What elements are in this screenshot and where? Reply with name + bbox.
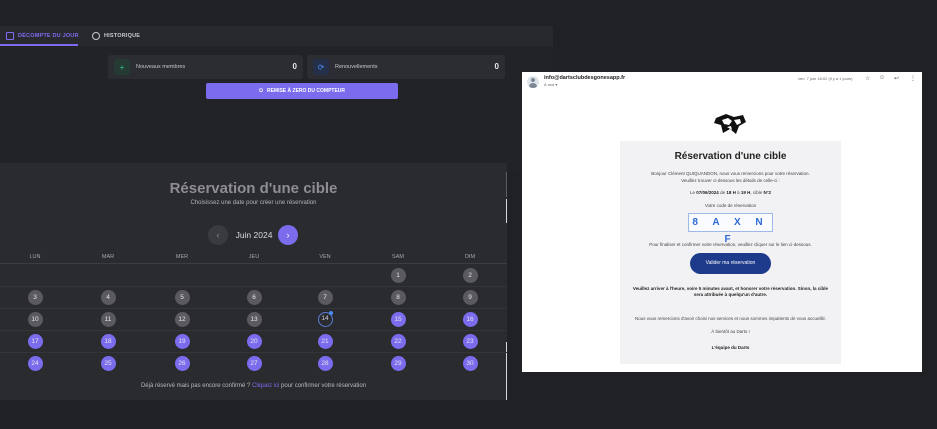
email-card: Réservation d'une cible Bonjour Clément … [620,141,841,364]
calendar-row-divider [0,308,507,309]
tab-bar: DÉCOMPTE DU JOUR HISTORIQUE [0,26,553,47]
calendar-day: 6 [246,289,262,305]
email-signature: L'équipe du Darts [711,345,750,350]
calendar-day: 13 [246,311,262,327]
tab-daily-count[interactable]: DÉCOMPTE DU JOUR [6,26,79,46]
calendar-day[interactable]: 27 [246,355,262,371]
more-icon[interactable]: ⋮ [910,75,916,82]
stat-renewals-value: 0 [494,62,499,71]
weekday-sam: SAM [392,254,404,260]
reservation-title: Réservation d'une cible [169,180,338,197]
calendar-day: 1 [390,267,406,283]
calendar-icon [6,32,14,40]
reservation-subtitle: Choisissez une date pour créer une réser… [190,200,317,206]
tab-history-label: HISTORIQUE [104,33,141,39]
tab-daily-count-label: DÉCOMPTE DU JOUR [18,33,79,39]
reset-icon: ⏻ [258,88,263,94]
history-icon [92,32,100,40]
calendar-day[interactable]: 22 [390,333,406,349]
booking-start: 18 H [726,190,736,195]
chevron-right-icon: › [286,230,290,240]
calendar-day[interactable]: 16 [462,311,478,327]
calendar-day[interactable]: 24 [27,355,43,371]
avatar [527,76,539,88]
footer-after: pour confirmer votre réservation [281,383,367,389]
calendar-day: 5 [174,289,190,305]
star-icon[interactable]: ☆ [865,75,870,82]
calendar-day[interactable]: 28 [317,355,333,371]
divider [506,342,507,400]
calendar-day[interactable]: 17 [27,333,43,349]
booking-details: Le 07/06/2024 de 18 H à 19 H, cible N°2 [689,190,772,195]
email-date: ven. 7 juin 16:02 (il y a 1 jours) [798,76,853,81]
email-greeting: Bonjour Clément QUIQUANDON, nous vous re… [651,171,810,176]
calendar-day[interactable]: 21 [317,333,333,349]
calendar-day[interactable]: 15 [390,311,406,327]
footer-text: Déjà réservé mais pas encore confirmé ? [140,383,251,389]
validate-reservation-button[interactable]: Valider ma réservation [690,253,771,274]
calendar-day[interactable]: 18 [100,333,116,349]
reservation-code: 8 A X N F [688,213,773,245]
email-sender: info@dartsclubdesgonesapp.fr [544,75,626,81]
month-label: Juin 2024 [235,230,273,240]
stat-new-members-label: Nouveaux membres [136,64,186,70]
finalize-text: Pour finaliser et confirmer votre réserv… [649,242,812,247]
reservation-footer: Déjà réservé mais pas encore confirmé ? … [0,383,507,389]
calendar-day[interactable]: 14 [317,310,333,327]
tab-history[interactable]: HISTORIQUE [92,26,140,46]
weekday-ven: VEN [319,254,331,260]
email-view: info@dartsclubdesgonesapp.fr À moi ▾ ven… [522,72,922,372]
calendar-day: 3 [27,289,43,305]
code-label: Votre code de réservation [704,203,757,208]
stat-renewals-label: Renouvellements [335,64,378,70]
email-details-intro: Veuillez trouver ci-dessous les détails … [681,178,780,183]
calendar-day[interactable]: 25 [100,355,116,371]
weekday-mer: MER [175,254,189,260]
calendar-day[interactable]: 19 [174,333,190,349]
calendar-day[interactable]: 30 [462,355,478,371]
prev-month-button[interactable]: ‹ [208,225,228,245]
calendar-day[interactable]: 23 [462,333,478,349]
calendar-day: 4 [100,289,116,305]
email-bientot: À bientôt au Darts ! [711,329,750,334]
weekday-lun: LUN [29,254,41,260]
calendar-day[interactable]: 26 [174,355,190,371]
calendar-row-divider [0,286,507,287]
calendar-day: 7 [317,289,333,305]
email-recipient[interactable]: À moi ▾ [544,82,557,87]
reply-icon[interactable]: ↩ [894,75,899,82]
booking-target: N°2 [763,190,772,195]
weekday-jeu: JEU [248,254,260,260]
calendar-row-divider [0,330,507,331]
chevron-left-icon: ‹ [216,230,220,240]
email-thanks: Nous vous remercions d'avoir choisi nos … [635,316,826,321]
reset-counter-label: REMISE À ZERO DU COMPTEUR [266,88,346,94]
stat-renewals: ⟳ Renouvellements 0 [307,55,505,79]
calendar-day: 12 [174,311,190,327]
emoji-icon[interactable]: ☺ [879,75,885,81]
calendar-day[interactable]: 20 [246,333,262,349]
reset-counter-button[interactable]: ⏻ REMISE À ZERO DU COMPTEUR [206,83,398,99]
booking-date: 07/06/2024 [696,190,719,195]
confirm-link[interactable]: Cliquez ici [252,383,279,389]
email-warning: Veuillez arriver à l'heure, voire 5 minu… [632,286,829,297]
booking-end: 19 H [740,190,751,195]
calendar-day: 8 [390,289,406,305]
weekday-mar: MAR [101,254,115,260]
weekday-dim: DIM [464,254,476,260]
weekday-divider [0,263,507,264]
calendar-day: 10 [27,311,43,327]
refresh-icon: ⟳ [313,59,329,75]
calendar-row-divider [0,352,507,353]
email-title: Réservation d'une cible [674,151,787,162]
darts-logo [714,114,746,134]
user-add-icon: + [114,59,130,75]
stat-new-members-value: 0 [292,62,297,71]
calendar-day: 2 [462,267,478,283]
stat-new-members: + Nouveaux membres 0 [108,55,303,79]
next-month-button[interactable]: › [278,225,298,245]
calendar-day: 11 [100,311,116,327]
calendar-day[interactable]: 29 [390,355,406,371]
calendar-day: 9 [462,289,478,305]
